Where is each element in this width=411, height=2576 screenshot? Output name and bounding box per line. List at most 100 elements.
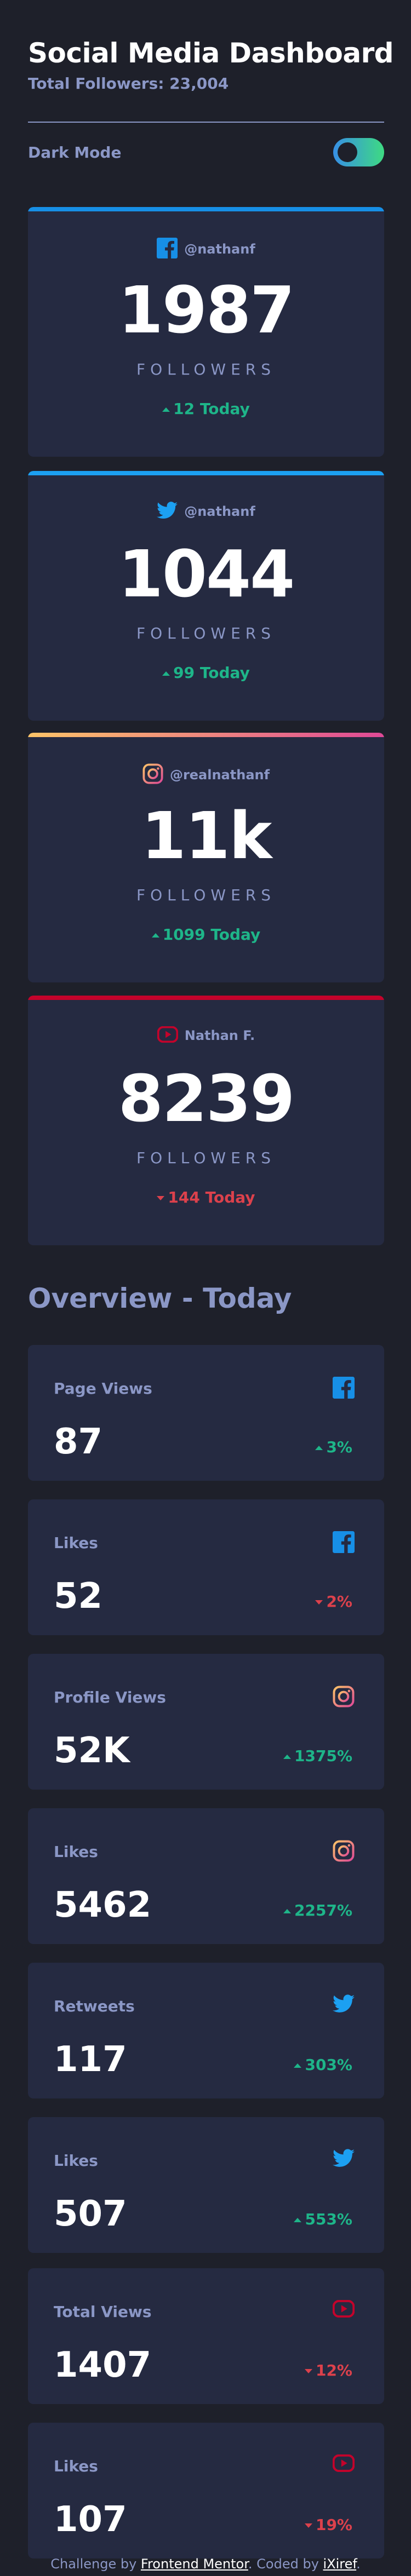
today-change: 12 Today	[28, 400, 384, 418]
card-handle: Nathan F.	[184, 1028, 255, 1043]
today-change-text: 99 Today	[173, 664, 250, 682]
metric-change-text: 3%	[326, 1438, 352, 1456]
metric-name: Profile Views	[54, 1688, 166, 1706]
metric-value: 107	[54, 2499, 127, 2540]
card-facebook[interactable]: @nathanf 1987 FOLLOWERS 12 Today	[28, 207, 384, 457]
overview-card[interactable]: Likes 5462 2257%	[28, 1808, 384, 1944]
metric-change: 2257%	[283, 1901, 352, 1919]
metric-value: 87	[54, 1422, 103, 1462]
overview-card[interactable]: Likes 507 553%	[28, 2117, 384, 2253]
dark-mode-label: Dark Mode	[28, 143, 122, 162]
total-followers: Total Followers: 23,004	[28, 74, 229, 93]
frontend-mentor-link[interactable]: Frontend Mentor	[141, 2556, 248, 2572]
instagram-icon	[333, 1840, 355, 1864]
arrow-up-icon	[151, 933, 159, 938]
metric-change-text: 1375%	[294, 1747, 352, 1765]
overview-title: Overview - Today	[28, 1283, 292, 1314]
author-link[interactable]: iXiref	[323, 2556, 357, 2572]
metric-name: Likes	[54, 1534, 98, 1552]
arrow-down-icon	[315, 1600, 323, 1605]
metric-change: 2%	[315, 1592, 352, 1611]
card-accent-bar	[28, 471, 384, 475]
metric-name: Retweets	[54, 1997, 135, 2015]
card-handle: @nathanf	[184, 504, 255, 519]
metric-value: 5462	[54, 1885, 152, 1925]
metric-name: Total Views	[54, 2303, 152, 2321]
metric-name: Likes	[54, 2457, 98, 2475]
overview-card[interactable]: Likes 52 2%	[28, 1499, 384, 1635]
page-title: Social Media Dashboard	[28, 37, 394, 69]
dark-mode-toggle[interactable]	[333, 138, 384, 166]
card-instagram[interactable]: @realnathanf 11k FOLLOWERS 1099 Today	[28, 733, 384, 982]
card-accent-bar	[28, 733, 384, 737]
arrow-up-icon	[283, 1755, 292, 1759]
card-twitter[interactable]: @nathanf 1044 FOLLOWERS 99 Today	[28, 471, 384, 721]
today-change-text: 144 Today	[168, 1188, 255, 1206]
metric-change-text: 303%	[305, 2056, 352, 2074]
card-youtube[interactable]: Nathan F. 8239 FOLLOWERS 144 Today	[28, 996, 384, 1245]
twitter-icon	[157, 502, 178, 521]
overview-card[interactable]: Total Views 1407 12%	[28, 2268, 384, 2404]
follower-count: 8239	[118, 1061, 295, 1136]
facebook-icon	[157, 238, 178, 261]
metric-name: Page Views	[54, 1379, 152, 1398]
footer-prefix: Challenge by	[50, 2556, 141, 2572]
overview-card[interactable]: Likes 107 19%	[28, 2423, 384, 2558]
metric-change-text: 2%	[326, 1592, 352, 1611]
metric-change-text: 19%	[315, 2516, 352, 2534]
arrow-up-icon	[315, 1446, 323, 1450]
card-handle: @realnathanf	[169, 767, 270, 783]
twitter-icon	[333, 2149, 355, 2170]
metric-change: 12%	[304, 2361, 352, 2379]
youtube-icon	[157, 1026, 179, 1045]
youtube-icon	[332, 2454, 355, 2474]
metric-value: 1407	[54, 2345, 152, 2385]
footer-middle: . Coded by	[248, 2556, 323, 2572]
twitter-icon	[333, 1994, 355, 2015]
followers-label: FOLLOWERS	[136, 360, 276, 378]
overview-card[interactable]: Profile Views 52K 1375%	[28, 1654, 384, 1790]
metric-change: 19%	[304, 2516, 352, 2534]
arrow-down-icon	[304, 2369, 312, 2373]
metric-value: 52	[54, 1576, 103, 1617]
arrow-up-icon	[294, 2063, 302, 2068]
card-accent-bar	[28, 207, 384, 211]
card-accent-bar	[28, 996, 384, 1000]
followers-label: FOLLOWERS	[136, 886, 276, 904]
metric-change: 1375%	[283, 1747, 352, 1765]
arrow-down-icon	[157, 1196, 165, 1200]
instagram-icon	[142, 763, 163, 786]
metric-value: 117	[54, 2039, 127, 2080]
arrow-up-icon	[162, 407, 170, 412]
metric-name: Likes	[54, 1843, 98, 1861]
facebook-icon	[333, 1377, 355, 1401]
today-change: 99 Today	[28, 664, 384, 682]
facebook-icon	[333, 1531, 355, 1555]
followers-label: FOLLOWERS	[136, 1149, 276, 1167]
overview-card[interactable]: Retweets 117 303%	[28, 1963, 384, 2098]
followers-label: FOLLOWERS	[136, 624, 276, 642]
metric-change-text: 12%	[315, 2361, 352, 2379]
follower-count: 1044	[118, 536, 295, 612]
metric-name: Likes	[54, 2152, 98, 2170]
metric-change-text: 2257%	[294, 1901, 352, 1919]
youtube-icon	[332, 2299, 355, 2320]
metric-change: 3%	[315, 1438, 352, 1456]
overview-card[interactable]: Page Views 87 3%	[28, 1345, 384, 1481]
arrow-up-icon	[294, 2218, 302, 2222]
today-change: 144 Today	[28, 1188, 384, 1206]
follower-count: 1987	[118, 272, 295, 348]
card-handle: @nathanf	[184, 242, 255, 257]
footer: Challenge by Frontend Mentor. Coded by i…	[0, 2556, 411, 2572]
arrow-down-icon	[304, 2523, 312, 2528]
instagram-icon	[333, 1686, 355, 1710]
header-divider	[28, 122, 384, 123]
metric-change: 553%	[294, 2210, 352, 2228]
today-change-text: 1099 Today	[162, 925, 261, 944]
metric-change: 303%	[294, 2056, 352, 2074]
toggle-knob	[338, 142, 357, 162]
today-change: 1099 Today	[28, 925, 384, 944]
metric-value: 52K	[54, 1730, 130, 1771]
arrow-up-icon	[162, 671, 170, 676]
metric-change-text: 553%	[305, 2210, 352, 2228]
